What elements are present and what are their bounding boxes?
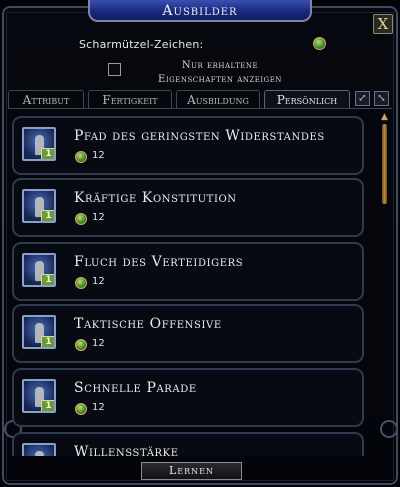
trait-item[interactable]: 1 Fluch des Verteidigers 12 <box>12 242 364 301</box>
filter-checkbox[interactable] <box>108 63 121 76</box>
trait-cost: 12 <box>92 338 105 349</box>
trainer-window: Ausbilder X Scharmützel-Zeichen: Nur erh… <box>0 0 400 487</box>
trait-icon: 1 <box>22 443 56 456</box>
trait-rank-badge: 1 <box>41 210 54 221</box>
trait-icon: 1 <box>22 127 56 161</box>
skirmish-mark-icon <box>75 213 87 225</box>
trait-icon: 1 <box>22 379 56 413</box>
collapse-icon[interactable]: ⤡ <box>374 91 389 106</box>
currency-label: Scharmützel-Zeichen: <box>79 38 204 51</box>
trait-item[interactable]: 1 Taktische Offensive 12 <box>12 304 364 363</box>
trait-item[interactable]: 1 Pfad des geringsten Widerstandes 12 <box>12 116 364 175</box>
trait-cost: 12 <box>92 150 105 161</box>
trait-name: Taktische Offensive <box>74 316 222 332</box>
trait-cost: 12 <box>92 212 105 223</box>
tab-attribut[interactable]: Attribut <box>8 90 84 109</box>
title-plate[interactable]: Ausbilder <box>88 0 312 22</box>
trait-rank-badge: 1 <box>41 400 54 411</box>
expand-icon[interactable]: ⤢ <box>355 91 370 106</box>
trait-name: Schnelle Parade <box>74 380 197 396</box>
learn-button[interactable]: Lernen <box>141 462 242 480</box>
skirmish-mark-icon <box>75 339 87 351</box>
trait-list: 1 Pfad des geringsten Widerstandes 12 1 … <box>12 116 365 456</box>
trait-name: Kräftige Konstitution <box>74 190 237 206</box>
trait-icon: 1 <box>22 315 56 349</box>
trait-name: Fluch des Verteidigers <box>74 254 244 270</box>
skirmish-mark-icon <box>75 403 87 415</box>
window-title: Ausbilder <box>162 3 238 19</box>
trait-name: Willensstärke <box>74 444 179 456</box>
skirmish-mark-icon <box>75 277 87 289</box>
trait-item[interactable]: 1 Schnelle Parade 12 <box>12 368 364 427</box>
filter-checkbox-label: Nur erhaltene Eigenschaften anzeigen <box>158 60 282 85</box>
scrollbar-thumb[interactable] <box>382 124 387 204</box>
tab-divider <box>8 108 392 109</box>
trait-item[interactable]: 1 Willensstärke 12 <box>12 432 364 456</box>
trait-cost: 12 <box>92 276 105 287</box>
skirmish-mark-icon <box>75 151 87 163</box>
trait-icon: 1 <box>22 189 56 223</box>
tab-ausbildung[interactable]: Ausbildung <box>176 90 260 109</box>
trait-rank-badge: 1 <box>41 148 54 159</box>
tab-persoenlich[interactable]: Persönlich <box>264 90 350 109</box>
trait-icon: 1 <box>22 253 56 287</box>
trait-cost: 12 <box>92 402 105 413</box>
tab-fertigkeit[interactable]: Fertigkeit <box>88 90 172 109</box>
skirmish-mark-icon <box>313 37 326 50</box>
trait-item[interactable]: 1 Kräftige Konstitution 12 <box>12 178 364 237</box>
trait-rank-badge: 1 <box>41 336 54 347</box>
trait-rank-badge: 1 <box>41 274 54 285</box>
trait-name: Pfad des geringsten Widerstandes <box>74 128 325 144</box>
close-icon[interactable]: X <box>373 14 393 34</box>
